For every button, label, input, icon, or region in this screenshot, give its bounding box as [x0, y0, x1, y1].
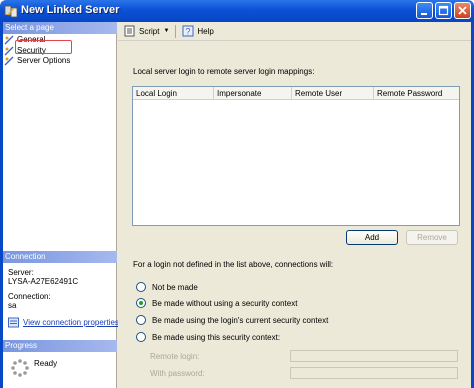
svg-text:?: ? — [186, 27, 191, 37]
column-header[interactable]: Remote Password — [374, 87, 459, 99]
option-not-be-made[interactable]: Not be made — [136, 282, 198, 292]
maximize-icon — [438, 5, 449, 16]
help-label: Help — [197, 26, 214, 36]
connection-header: Connection — [3, 251, 117, 263]
server-label: Server: — [8, 268, 34, 277]
help-icon: ? — [182, 25, 194, 37]
login-mappings-label: Local server login to remote server logi… — [133, 67, 315, 76]
script-label: Script — [139, 26, 160, 36]
connection-label: Connection: — [8, 292, 51, 301]
radio-button[interactable] — [136, 282, 146, 292]
script-icon — [124, 25, 135, 37]
window-title: New Linked Server — [21, 4, 120, 16]
option-current-security-context[interactable]: Be made using the login's current securi… — [136, 315, 328, 325]
option-label: Be made using the login's current securi… — [152, 315, 329, 325]
progress-header: Progress — [3, 340, 117, 352]
security-page: Local server login to remote server logi… — [118, 42, 471, 388]
close-icon — [458, 6, 467, 15]
page-item-label: Server Options — [17, 56, 71, 65]
remove-button[interactable]: Remove — [406, 230, 458, 245]
close-button[interactable] — [454, 2, 471, 19]
radio-button[interactable] — [136, 332, 146, 342]
minimize-button[interactable] — [416, 2, 433, 19]
option-this-security-context[interactable]: Be made using this security context: — [136, 332, 280, 342]
add-button[interactable]: Add — [346, 230, 398, 245]
remote-login-label: Remote login: — [150, 352, 200, 361]
left-pane: Select a page General Security Server Op… — [3, 22, 119, 388]
page-icon — [4, 56, 14, 65]
progress-spinner-icon — [11, 359, 29, 377]
properties-icon — [8, 317, 19, 328]
with-password-label: With password: — [150, 369, 205, 378]
connection-value: sa — [8, 301, 17, 310]
minimize-icon — [421, 13, 427, 15]
login-mappings-grid[interactable]: Local Login Impersonate Remote User Remo… — [132, 86, 460, 226]
grid-header: Local Login Impersonate Remote User Remo… — [133, 87, 459, 100]
page-item-server-options[interactable]: Server Options — [4, 55, 70, 66]
view-connection-properties-link[interactable]: View connection properties — [8, 317, 119, 328]
with-password-input[interactable] — [290, 367, 458, 379]
linked-server-icon — [4, 5, 18, 18]
page-icon — [4, 46, 14, 55]
column-header[interactable]: Remote User — [292, 87, 374, 99]
help-button[interactable]: ? Help — [182, 25, 214, 37]
connection-policy-label: For a login not defined in the list abov… — [133, 260, 334, 269]
column-header[interactable]: Local Login — [133, 87, 214, 99]
remote-login-input[interactable] — [290, 350, 458, 362]
option-label: Be made using this security context: — [152, 332, 281, 342]
column-header[interactable]: Impersonate — [214, 87, 292, 99]
server-value: LYSA-A27E62491C — [8, 277, 79, 286]
progress-status: Ready — [34, 359, 58, 368]
view-connection-properties-label: View connection properties — [23, 318, 119, 327]
selection-highlight — [15, 40, 72, 54]
page-icon — [4, 35, 14, 44]
option-label: Not be made — [152, 282, 198, 292]
option-without-security-context[interactable]: Be made without using a security context — [136, 298, 297, 308]
maximize-button[interactable] — [435, 2, 452, 19]
toolbar-separator — [175, 24, 177, 38]
title-bar[interactable]: New Linked Server — [0, 0, 474, 22]
toolbar: Script ▼ ? Help — [118, 22, 471, 41]
radio-button[interactable] — [136, 298, 146, 308]
select-page-header: Select a page — [3, 22, 117, 34]
chevron-down-icon: ▼ — [163, 28, 170, 34]
script-button[interactable]: Script ▼ — [124, 25, 169, 37]
option-label: Be made without using a security context — [152, 298, 298, 308]
radio-button[interactable] — [136, 315, 146, 325]
